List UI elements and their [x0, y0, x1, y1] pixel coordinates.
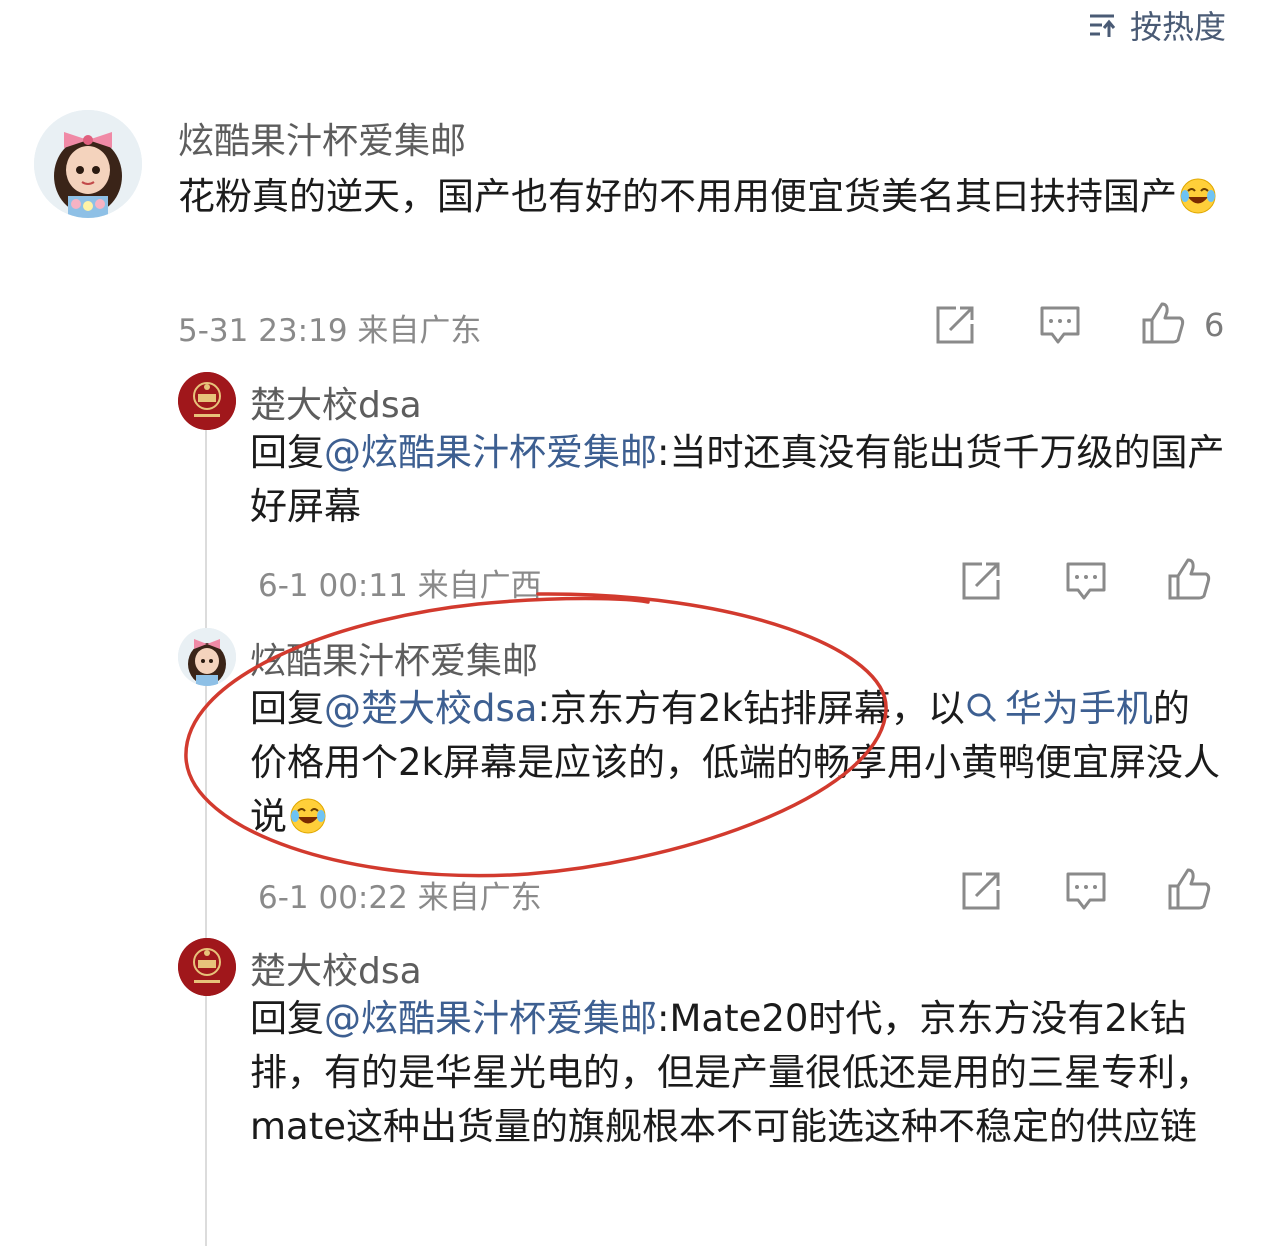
reply-prefix: 回复 [250, 687, 324, 730]
comment-timestamp: 5-31 23:19 来自广东 [178, 313, 482, 349]
reply-prefix: 回复 [250, 431, 324, 474]
comment-author[interactable]: 炫酷果汁杯爱集邮 [178, 112, 466, 164]
avatar[interactable] [178, 938, 236, 996]
mention-link[interactable]: @炫酷果汁杯爱集邮 [324, 997, 657, 1040]
search-link[interactable]: 华为手机 [965, 687, 1153, 730]
avatar[interactable] [178, 372, 236, 430]
sort-label: 按热度 [1129, 8, 1226, 46]
like-icon[interactable] [1166, 866, 1212, 916]
mention-link[interactable]: @楚大校dsa [324, 687, 537, 730]
comment-thread-page: 按热度 炫酷果汁杯爱集邮 花粉真的逆天，国产也有好的不用用便宜货美名其曰扶持国产… [0, 0, 1264, 1246]
share-icon[interactable] [960, 560, 1002, 606]
share-icon[interactable] [960, 870, 1002, 916]
search-icon [967, 693, 996, 723]
reply-body: :京东方有2k钻排屏幕，以 [537, 687, 965, 730]
comment-icon[interactable] [1064, 560, 1108, 606]
mention-link[interactable]: @炫酷果汁杯爱集邮 [324, 431, 657, 474]
share-icon[interactable] [934, 304, 976, 350]
sort-icon [1088, 11, 1118, 39]
reply-text: 回复@炫酷果汁杯爱集邮:当时还真没有能出货千万级的国产好屏幕 [250, 426, 1225, 534]
reply-text: 回复@楚大校dsa:京东方有2k钻排屏幕，以 华为手机的价格用个2k屏幕是应该的，… [250, 682, 1225, 850]
reply-timestamp: 6-1 00:22 来自广东 [258, 880, 542, 916]
like-count: 6 [1204, 306, 1225, 344]
search-link-label[interactable]: 华为手机 [1005, 687, 1153, 730]
comment-text: 花粉真的逆天，国产也有好的不用用便宜货美名其曰扶持国产 [178, 170, 1228, 230]
like-icon[interactable] [1166, 556, 1212, 606]
laugh-cry-emoji-icon [289, 796, 327, 850]
comment-text-body: 花粉真的逆天，国产也有好的不用用便宜货美名其曰扶持国产 [178, 175, 1177, 218]
avatar[interactable] [178, 628, 236, 686]
like-icon[interactable] [1140, 300, 1186, 350]
reply-author[interactable]: 楚大校dsa [250, 942, 422, 994]
reply-timestamp: 6-1 00:11 来自广西 [258, 568, 542, 604]
reply-text: 回复@炫酷果汁杯爱集邮:Mate20时代，京东方没有2k钻排，有的是华星光电的，… [250, 992, 1225, 1154]
thread-divider [205, 418, 207, 1246]
laugh-cry-emoji-icon [1179, 176, 1217, 230]
reply-author[interactable]: 炫酷果汁杯爱集邮 [250, 632, 538, 684]
reply-prefix: 回复 [250, 997, 324, 1040]
avatar[interactable] [34, 110, 142, 218]
reply-author[interactable]: 楚大校dsa [250, 376, 422, 428]
sort-toggle[interactable]: 按热度 [1088, 2, 1226, 48]
comment-icon[interactable] [1064, 870, 1108, 916]
comment-icon[interactable] [1038, 304, 1082, 350]
